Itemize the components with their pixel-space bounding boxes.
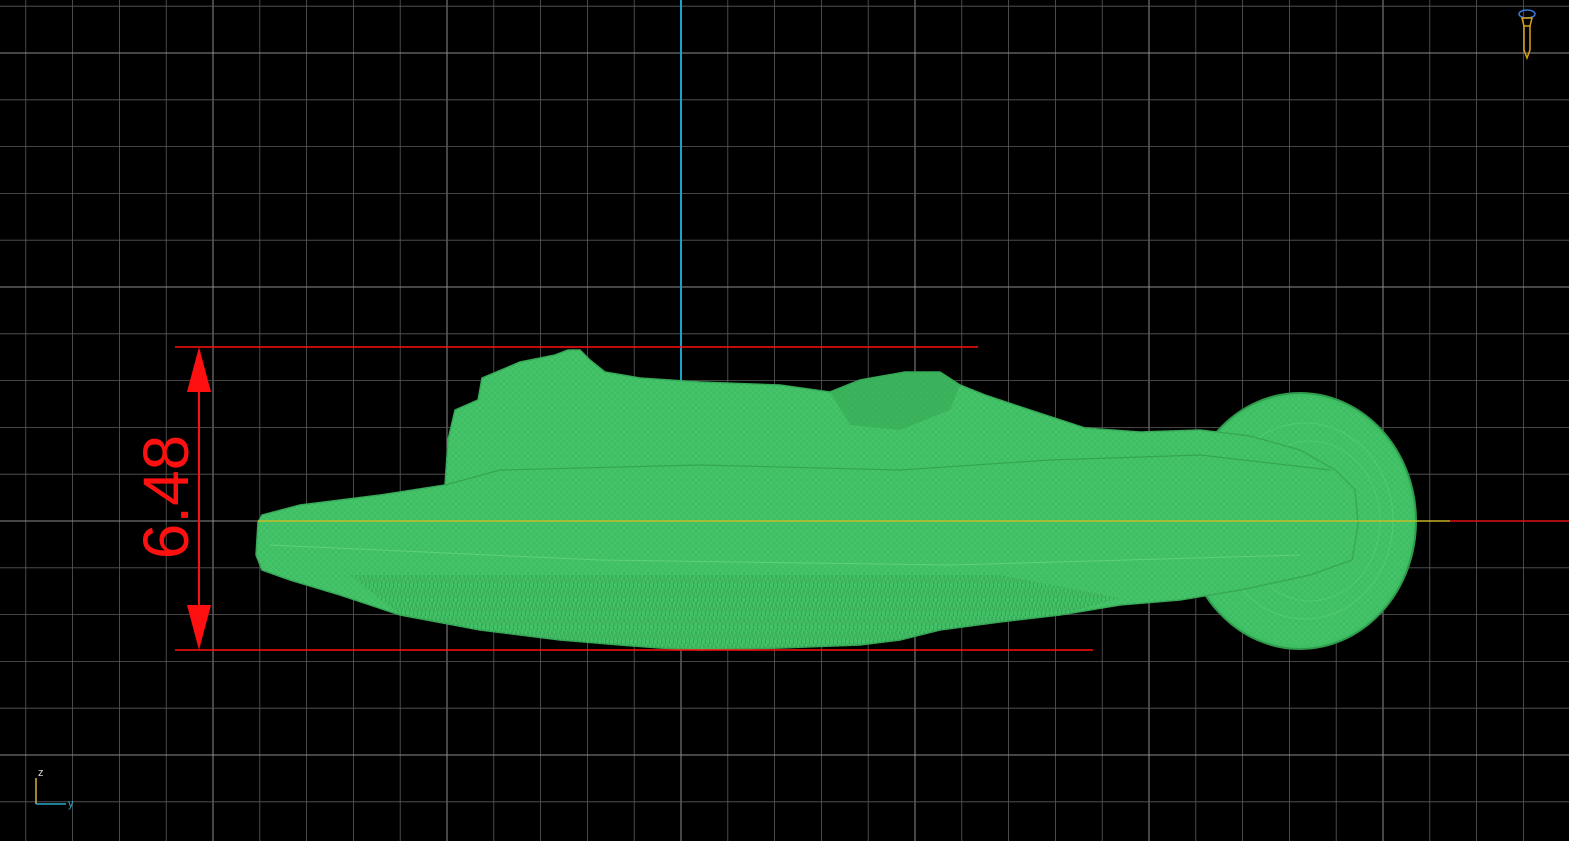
- axis-gizmo-right-label: y: [68, 798, 74, 810]
- dimension-value: 6.48: [130, 435, 202, 560]
- 3d-viewport[interactable]: 6.48 z y: [0, 0, 1569, 841]
- axis-gizmo-up-label: z: [38, 767, 44, 779]
